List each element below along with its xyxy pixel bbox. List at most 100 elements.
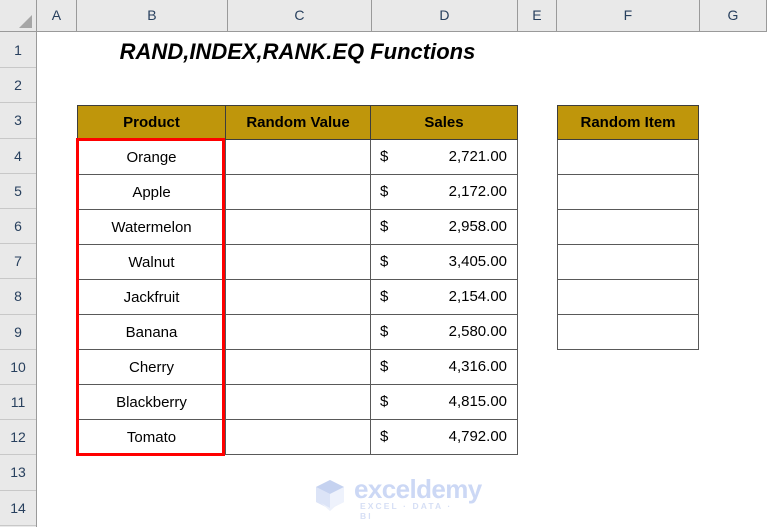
column-header-a[interactable]: A bbox=[37, 0, 77, 31]
cell-random-value[interactable] bbox=[225, 314, 371, 350]
row-header-12[interactable]: 12 bbox=[0, 420, 36, 456]
column-header-d[interactable]: D bbox=[372, 0, 518, 31]
exceldemy-logo-icon bbox=[316, 480, 344, 511]
random-item-table-body bbox=[557, 139, 699, 350]
table-row: Orange $2,721.00 bbox=[77, 139, 518, 175]
cell-product[interactable]: Cherry bbox=[77, 349, 226, 385]
main-table-body: Orange $2,721.00 Apple $2,172.00 Watermelon $… bbox=[77, 139, 518, 455]
cell-random-value[interactable] bbox=[225, 419, 371, 455]
random-item-table: Random Item bbox=[557, 105, 699, 350]
sales-amount: 2,154.00 bbox=[448, 288, 507, 305]
column-header-e[interactable]: E bbox=[518, 0, 557, 31]
table-row: Tomato $4,792.00 bbox=[77, 419, 518, 455]
sales-amount: 4,792.00 bbox=[448, 428, 507, 445]
row-header-1[interactable]: 1 bbox=[0, 33, 36, 69]
item-table-header-row: Random Item bbox=[557, 105, 699, 140]
table-row: Apple $2,172.00 bbox=[77, 174, 518, 210]
main-data-table: Product Random Value Sales Orange $2,721.… bbox=[77, 105, 518, 455]
cell-product[interactable]: Watermelon bbox=[77, 209, 226, 245]
cell-random-value[interactable] bbox=[225, 209, 371, 245]
currency-symbol: $ bbox=[380, 148, 389, 165]
select-all-corner[interactable] bbox=[0, 0, 37, 31]
row-header-7[interactable]: 7 bbox=[0, 244, 36, 280]
currency-symbol: $ bbox=[380, 253, 389, 270]
cell-product[interactable]: Tomato bbox=[77, 419, 226, 455]
column-header-c[interactable]: C bbox=[228, 0, 372, 31]
list-item bbox=[557, 244, 699, 280]
currency-symbol: $ bbox=[380, 323, 389, 340]
cell-random-item[interactable] bbox=[557, 209, 699, 245]
currency-symbol: $ bbox=[380, 183, 389, 200]
cell-random-value[interactable] bbox=[225, 139, 371, 175]
select-all-triangle-icon bbox=[19, 15, 32, 28]
list-item bbox=[557, 174, 699, 210]
cell-sales[interactable]: $3,405.00 bbox=[370, 244, 518, 280]
cell-sales[interactable]: $2,580.00 bbox=[370, 314, 518, 350]
column-header-g[interactable]: G bbox=[700, 0, 767, 31]
cell-product[interactable]: Orange bbox=[77, 139, 226, 175]
cell-sales[interactable]: $2,721.00 bbox=[370, 139, 518, 175]
table-row: Blackberry $4,815.00 bbox=[77, 384, 518, 420]
column-header-sales: Sales bbox=[370, 105, 518, 140]
sales-amount: 2,580.00 bbox=[448, 323, 507, 340]
watermark-brand: exceldemy bbox=[354, 474, 482, 504]
cell-random-item[interactable] bbox=[557, 279, 699, 315]
row-header-13[interactable]: 13 bbox=[0, 455, 36, 491]
row-header-6[interactable]: 6 bbox=[0, 209, 36, 245]
cell-random-value[interactable] bbox=[225, 349, 371, 385]
row-header-4[interactable]: 4 bbox=[0, 138, 36, 174]
sales-amount: 2,721.00 bbox=[448, 148, 507, 165]
cell-random-item[interactable] bbox=[557, 139, 699, 175]
page-title: RAND,INDEX,RANK.EQ Functions bbox=[119, 39, 476, 64]
row-header-11[interactable]: 11 bbox=[0, 385, 36, 421]
cell-product[interactable]: Walnut bbox=[77, 244, 226, 280]
list-item bbox=[557, 139, 699, 175]
cell-product[interactable]: Banana bbox=[77, 314, 226, 350]
row-header-8[interactable]: 8 bbox=[0, 279, 36, 315]
table-row: Watermelon $2,958.00 bbox=[77, 209, 518, 245]
cell-sales[interactable]: $2,958.00 bbox=[370, 209, 518, 245]
cell-product[interactable]: Blackberry bbox=[77, 384, 226, 420]
currency-symbol: $ bbox=[380, 358, 389, 375]
list-item bbox=[557, 314, 699, 350]
cell-sales[interactable]: $4,792.00 bbox=[370, 419, 518, 455]
cell-sales[interactable]: $2,172.00 bbox=[370, 174, 518, 210]
cell-random-value[interactable] bbox=[225, 244, 371, 280]
cell-sales[interactable]: $2,154.00 bbox=[370, 279, 518, 315]
row-header-strip: 1 2 3 4 5 6 7 8 9 10 11 12 13 14 bbox=[0, 32, 37, 527]
list-item bbox=[557, 279, 699, 315]
cell-random-item[interactable] bbox=[557, 314, 699, 350]
row-header-10[interactable]: 10 bbox=[0, 349, 36, 385]
cell-sales[interactable]: $4,815.00 bbox=[370, 384, 518, 420]
row-header-2[interactable]: 2 bbox=[0, 68, 36, 104]
cell-sales[interactable]: $4,316.00 bbox=[370, 349, 518, 385]
cell-random-item[interactable] bbox=[557, 244, 699, 280]
cell-random-item[interactable] bbox=[557, 174, 699, 210]
row-header-9[interactable]: 9 bbox=[0, 314, 36, 350]
sales-amount: 4,316.00 bbox=[448, 358, 507, 375]
column-header-random-item: Random Item bbox=[557, 105, 699, 140]
cell-random-value[interactable] bbox=[225, 384, 371, 420]
cell-product[interactable]: Apple bbox=[77, 174, 226, 210]
column-header-b[interactable]: B bbox=[77, 0, 228, 31]
sales-amount: 4,815.00 bbox=[448, 393, 507, 410]
cell-random-value[interactable] bbox=[225, 174, 371, 210]
currency-symbol: $ bbox=[380, 218, 389, 235]
column-header-f[interactable]: F bbox=[557, 0, 700, 31]
column-header-product: Product bbox=[77, 105, 226, 140]
spreadsheet-canvas: RAND,INDEX,RANK.EQ Functions Product Ran… bbox=[0, 0, 767, 527]
table-row: Cherry $4,316.00 bbox=[77, 349, 518, 385]
column-header-random-value: Random Value bbox=[225, 105, 371, 140]
currency-symbol: $ bbox=[380, 428, 389, 445]
table-header-row: Product Random Value Sales bbox=[77, 105, 518, 140]
row-header-3[interactable]: 3 bbox=[0, 103, 36, 139]
row-header-5[interactable]: 5 bbox=[0, 173, 36, 209]
table-row: Banana $2,580.00 bbox=[77, 314, 518, 350]
exceldemy-watermark: exceldemy EXCEL · DATA · BI bbox=[312, 475, 482, 521]
table-row: Walnut $3,405.00 bbox=[77, 244, 518, 280]
sales-amount: 2,958.00 bbox=[448, 218, 507, 235]
row-header-14[interactable]: 14 bbox=[0, 490, 36, 526]
sales-amount: 2,172.00 bbox=[448, 183, 507, 200]
cell-random-value[interactable] bbox=[225, 279, 371, 315]
cell-product[interactable]: Jackfruit bbox=[77, 279, 226, 315]
